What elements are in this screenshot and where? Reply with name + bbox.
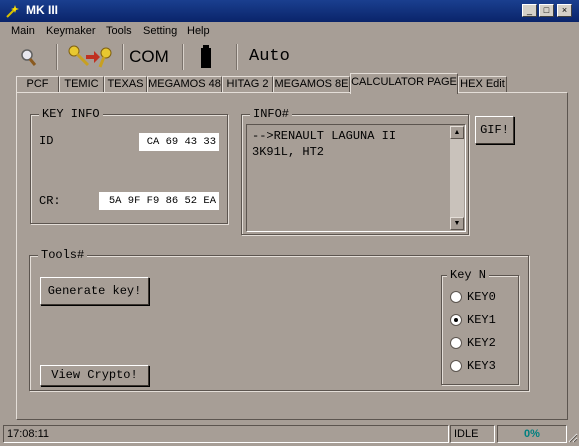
key3-label: KEY3	[467, 359, 496, 373]
maximize-button[interactable]: □	[539, 4, 554, 17]
toolbar: COM Auto	[0, 41, 579, 73]
toolbar-separator	[122, 44, 124, 70]
status-progress: 0%	[497, 425, 567, 443]
cr-label: CR:	[39, 194, 61, 208]
magnifier-icon	[21, 49, 37, 66]
info-group: INFO# -->RENAULT LAGUNA II 3K91L, HT2 ▲ ▼	[241, 107, 469, 235]
gif-button[interactable]: GIF!	[475, 116, 514, 144]
menu-bar: Main Keymaker Tools Setting Help	[0, 22, 579, 41]
info-text: -->RENAULT LAGUNA II 3K91L, HT2	[252, 128, 396, 160]
key-n-title: Key N	[447, 268, 490, 282]
tab-strip: PCF TEMIC TEXAS MEGAMOS 48 HITAG 2 MEGAM…	[16, 73, 576, 94]
key1-label: KEY1	[467, 313, 496, 327]
key-info-title: KEY INFO	[39, 107, 103, 121]
keys-icon	[68, 45, 112, 68]
title-bar: MK III _ □ ×	[0, 0, 579, 22]
menu-setting[interactable]: Setting	[143, 25, 177, 37]
status-state: IDLE	[450, 425, 495, 443]
cr-value-field[interactable]: 5A 9F F9 86 52 EA	[99, 192, 219, 210]
menu-keymaker[interactable]: Keymaker	[46, 25, 96, 37]
generate-key-button[interactable]: Generate key!	[40, 277, 149, 305]
toolbar-separator	[236, 44, 238, 70]
tab-hitag-2[interactable]: HITAG 2	[222, 76, 273, 93]
toolbar-separator	[56, 44, 58, 70]
tab-megamos-8e[interactable]: MEGAMOS 8E	[273, 76, 350, 93]
key2-label: KEY2	[467, 336, 496, 350]
id-label: ID	[39, 134, 54, 148]
tab-temic[interactable]: TEMIC	[59, 76, 104, 93]
key-info-group: KEY INFO ID CA 69 43 33 CR: 5A 9F F9 86 …	[30, 107, 228, 224]
battery-tool-button[interactable]	[196, 43, 216, 71]
id-value-field[interactable]: CA 69 43 33	[139, 133, 219, 151]
tools-group: Tools# Generate key! View Crypto! Key N …	[29, 248, 529, 391]
status-bar: 17:08:11 IDLE 0%	[0, 423, 579, 446]
radio-icon	[450, 337, 462, 349]
minimize-button[interactable]: _	[522, 4, 537, 17]
scroll-down-icon[interactable]: ▼	[450, 217, 464, 230]
info-title: INFO#	[250, 107, 293, 121]
com-tool-button[interactable]: COM	[128, 43, 170, 71]
radio-icon	[450, 360, 462, 372]
scroll-up-icon[interactable]: ▲	[450, 126, 464, 139]
key0-label: KEY0	[467, 290, 496, 304]
tools-title: Tools#	[38, 248, 88, 262]
menu-help[interactable]: Help	[187, 25, 210, 37]
auto-tool-button[interactable]: Auto	[249, 43, 290, 71]
battery-icon	[201, 45, 211, 68]
tab-calculator-page[interactable]: CALCULATOR PAGE	[350, 73, 458, 94]
search-tool-button[interactable]	[16, 43, 42, 71]
info-line-2: 3K91L, HT2	[252, 145, 325, 159]
info-memo[interactable]: -->RENAULT LAGUNA II 3K91L, HT2 ▲ ▼	[246, 124, 466, 232]
menu-tools[interactable]: Tools	[106, 25, 132, 37]
window-title: MK III	[26, 3, 58, 17]
close-button[interactable]: ×	[557, 4, 572, 17]
keys-tool-button[interactable]	[66, 43, 114, 71]
toolbar-separator	[182, 44, 184, 70]
tab-texas[interactable]: TEXAS	[104, 76, 147, 93]
key-n-group: Key N KEY0 KEY1 KEY2 KEY3	[441, 268, 519, 385]
info-line-1: -->RENAULT LAGUNA II	[252, 129, 397, 143]
radio-selected-icon	[450, 314, 462, 326]
wand-icon	[6, 5, 19, 18]
view-crypto-button[interactable]: View Crypto!	[40, 365, 149, 386]
tab-pcf[interactable]: PCF	[16, 76, 59, 93]
info-scrollbar[interactable]: ▲ ▼	[450, 126, 464, 230]
radio-icon	[450, 291, 462, 303]
calculator-page: KEY INFO ID CA 69 43 33 CR: 5A 9F F9 86 …	[16, 92, 568, 420]
tab-hex-edit[interactable]: HEX Edit	[458, 76, 507, 93]
menu-main[interactable]: Main	[11, 25, 35, 37]
resize-grip-icon[interactable]	[566, 431, 578, 443]
status-time: 17:08:11	[3, 425, 449, 443]
tab-megamos-48[interactable]: MEGAMOS 48	[147, 76, 222, 93]
